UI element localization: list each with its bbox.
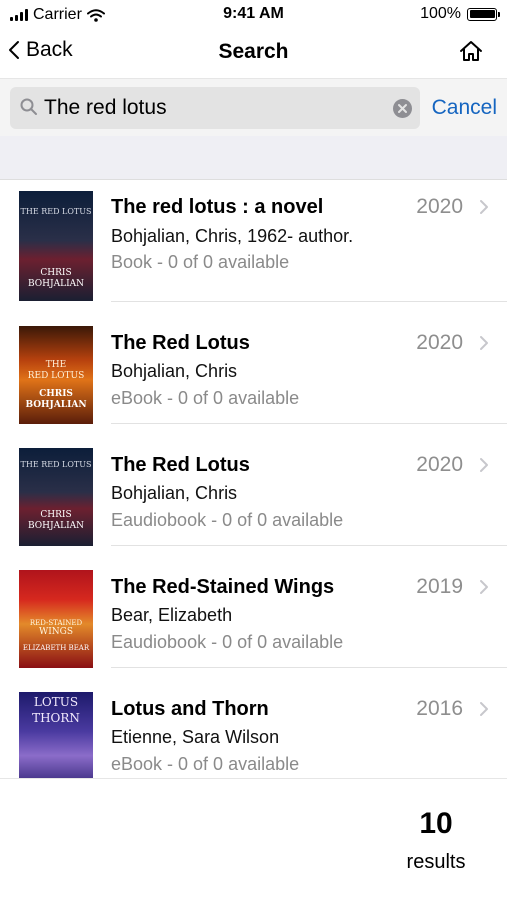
cover-text: THORN xyxy=(32,711,80,725)
battery-percent: 100% xyxy=(420,5,461,22)
cover-text: BOHJALIAN xyxy=(27,521,85,531)
book-cover: THE RED LOTUS CHRIS BOHJALIAN xyxy=(19,326,93,424)
page-title: Search xyxy=(218,40,289,63)
book-cover: LOTUS THORN xyxy=(19,692,93,778)
result-format: Eaudiobook - 0 of 0 available xyxy=(111,632,344,652)
cover-text: BOHJALIAN xyxy=(25,400,87,410)
book-cover: THE RED LOTUS CHRIS BOHJALIAN xyxy=(19,448,93,546)
clear-search-button[interactable] xyxy=(393,99,412,118)
cover-text: CHRIS xyxy=(40,268,72,278)
result-author: Bohjalian, Chris xyxy=(111,483,238,503)
list-item[interactable]: RED-STAINED WINGS ELIZABETH BEAR The Red… xyxy=(0,546,507,668)
chevron-right-icon xyxy=(480,702,488,716)
results-footer: 10 results xyxy=(0,778,507,901)
cover-text: THE xyxy=(45,360,67,370)
result-author: Bear, Elizabeth xyxy=(111,605,233,625)
list-item[interactable]: LOTUS THORN Lotus and Thorn Etienne, Sar… xyxy=(0,668,507,778)
cover-text: WINGS xyxy=(38,627,74,637)
result-year: 2019 xyxy=(416,575,463,598)
search-bar: Cancel xyxy=(0,78,507,137)
cover-text: ELIZABETH BEAR xyxy=(22,644,90,652)
cover-text: RED LOTUS xyxy=(27,371,85,381)
result-title: The red lotus : a novel xyxy=(111,196,324,218)
book-cover: THE RED LOTUS CHRIS BOHJALIAN xyxy=(19,191,93,301)
result-author: Bohjalian, Chris, 1962- author. xyxy=(111,226,354,246)
result-author: Etienne, Sara Wilson xyxy=(111,727,280,747)
section-header xyxy=(0,136,507,180)
book-cover: RED-STAINED WINGS ELIZABETH BEAR xyxy=(19,570,93,668)
result-title: The Red Lotus xyxy=(111,332,250,354)
chevron-right-icon xyxy=(480,336,488,350)
battery-icon xyxy=(467,7,500,21)
result-format: eBook - 0 of 0 available xyxy=(111,388,300,408)
result-author: Bohjalian, Chris xyxy=(111,361,238,381)
search-input[interactable] xyxy=(44,87,384,129)
results-list: THE RED LOTUS CHRIS BOHJALIAN The red lo… xyxy=(0,180,507,778)
result-title: The Red Lotus xyxy=(111,454,250,476)
list-item[interactable]: THE RED LOTUS CHRIS BOHJALIAN The Red Lo… xyxy=(0,424,507,546)
home-icon xyxy=(460,41,482,61)
navigation-bar: Back Search xyxy=(0,30,507,76)
cover-text: CHRIS xyxy=(40,510,72,520)
cover-text: CHRIS xyxy=(39,389,73,399)
clear-icon xyxy=(398,104,407,113)
cancel-button[interactable]: Cancel xyxy=(432,96,497,120)
list-item[interactable]: THE RED LOTUS CHRIS BOHJALIAN The Red Lo… xyxy=(0,302,507,424)
chevron-right-icon xyxy=(480,200,488,214)
result-year: 2020 xyxy=(416,331,463,354)
result-year: 2020 xyxy=(416,195,463,218)
results-count: 10 xyxy=(419,807,453,840)
result-format: Book - 0 of 0 available xyxy=(111,252,290,272)
result-title: Lotus and Thorn xyxy=(111,698,269,720)
chevron-right-icon xyxy=(480,580,488,594)
chevron-right-icon xyxy=(480,458,488,472)
search-icon xyxy=(20,98,37,115)
cover-text: THE RED LOTUS xyxy=(20,207,92,216)
home-button[interactable] xyxy=(459,40,483,67)
status-bar: Carrier 9:41 AM 100% xyxy=(0,0,507,30)
result-format: Eaudiobook - 0 of 0 available xyxy=(111,510,344,530)
result-year: 2020 xyxy=(416,453,463,476)
result-format: eBook - 0 of 0 available xyxy=(111,754,300,774)
result-title: The Red-Stained Wings xyxy=(111,576,335,598)
cover-text: THE RED LOTUS xyxy=(20,460,92,469)
result-year: 2016 xyxy=(416,697,463,720)
list-item[interactable]: THE RED LOTUS CHRIS BOHJALIAN The red lo… xyxy=(0,180,507,302)
cover-text: BOHJALIAN xyxy=(27,279,85,289)
search-field[interactable] xyxy=(10,87,420,129)
cover-text: LOTUS xyxy=(33,695,79,709)
results-count-label: results xyxy=(406,851,466,873)
status-right: 100% xyxy=(420,5,500,23)
